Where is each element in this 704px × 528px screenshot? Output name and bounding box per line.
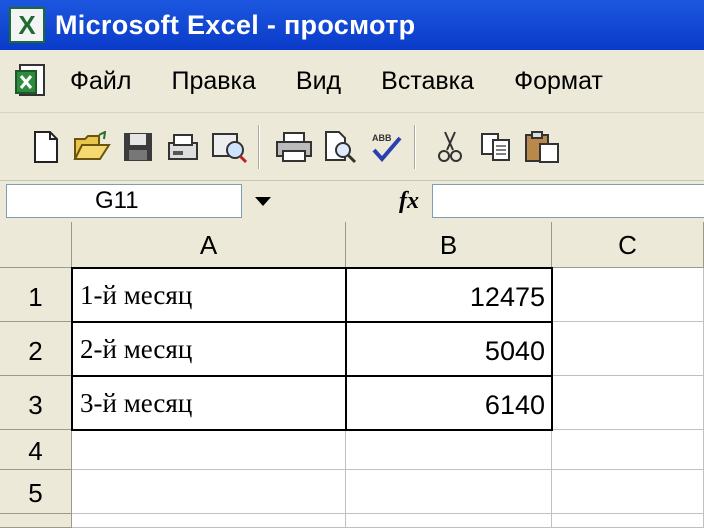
workbook-icon[interactable] xyxy=(14,63,48,99)
svg-text:ABB: ABB xyxy=(372,133,392,143)
open-folder-icon[interactable] xyxy=(72,125,112,169)
print-preview-icon[interactable] xyxy=(320,125,360,169)
print-icon[interactable] xyxy=(274,125,314,169)
cell-c1[interactable] xyxy=(552,268,704,322)
title-bar: X Microsoft Excel - просмотр xyxy=(0,0,704,50)
cell-b2[interactable]: 5040 xyxy=(346,322,552,376)
worksheet-grid: A B C 1 1-й месяц 12475 2 2-й месяц 5040… xyxy=(0,222,704,528)
menu-edit[interactable]: Правка xyxy=(171,67,255,96)
menu-insert[interactable]: Вставка xyxy=(381,67,474,96)
cell-b3[interactable]: 6140 xyxy=(346,376,552,430)
row-header-6[interactable] xyxy=(0,514,72,528)
menu-file[interactable]: Файл xyxy=(70,67,131,96)
cell-b5[interactable] xyxy=(346,470,552,514)
toolbar-separator xyxy=(258,125,260,169)
spelling-icon[interactable]: ABB xyxy=(366,125,406,169)
insert-function-button[interactable]: fx xyxy=(392,184,426,218)
menu-format[interactable]: Формат xyxy=(514,67,603,96)
chevron-down-icon[interactable] xyxy=(250,187,276,215)
cell-c4[interactable] xyxy=(552,430,704,470)
cell-c2[interactable] xyxy=(552,322,704,376)
excel-icon[interactable]: X xyxy=(9,7,45,43)
cell-a2[interactable]: 2-й месяц xyxy=(72,322,346,376)
copy-icon[interactable] xyxy=(476,125,516,169)
menu-view[interactable]: Вид xyxy=(296,67,341,96)
row-header-4[interactable]: 4 xyxy=(0,430,72,470)
save-icon[interactable] xyxy=(118,125,158,169)
email-icon[interactable] xyxy=(164,125,204,169)
formula-bar: G11 fx xyxy=(0,180,704,223)
row-header-1[interactable]: 1 xyxy=(0,268,72,322)
cell-a5[interactable] xyxy=(72,470,346,514)
new-document-icon[interactable] xyxy=(26,125,66,169)
cell-b4[interactable] xyxy=(346,430,552,470)
name-box[interactable]: G11 xyxy=(6,184,242,218)
cell-b1[interactable]: 12475 xyxy=(346,268,552,322)
window-title: Microsoft Excel - просмотр xyxy=(55,9,416,40)
column-header-a[interactable]: A xyxy=(72,222,346,268)
cell-c3[interactable] xyxy=(552,376,704,430)
cell-a3[interactable]: 3-й месяц xyxy=(72,376,346,430)
cell-a6[interactable] xyxy=(72,514,346,528)
standard-toolbar: ABB xyxy=(0,112,704,181)
cell-c6[interactable] xyxy=(552,514,704,528)
row-header-3[interactable]: 3 xyxy=(0,376,72,430)
cell-a1[interactable]: 1-й месяц xyxy=(72,268,346,322)
paste-icon[interactable] xyxy=(522,125,562,169)
menu-bar: Файл Правка Вид Вставка Формат xyxy=(0,50,704,112)
column-header-c[interactable]: C xyxy=(552,222,704,268)
cut-icon[interactable] xyxy=(430,125,470,169)
cell-b6[interactable] xyxy=(346,514,552,528)
select-all-corner[interactable] xyxy=(0,222,72,268)
toolbar-separator xyxy=(414,125,416,169)
cell-a4[interactable] xyxy=(72,430,346,470)
formula-input[interactable] xyxy=(432,184,704,218)
column-header-b[interactable]: B xyxy=(346,222,552,268)
web-search-icon[interactable] xyxy=(210,125,250,169)
row-header-2[interactable]: 2 xyxy=(0,322,72,376)
row-header-5[interactable]: 5 xyxy=(0,470,72,514)
cell-c5[interactable] xyxy=(552,470,704,514)
